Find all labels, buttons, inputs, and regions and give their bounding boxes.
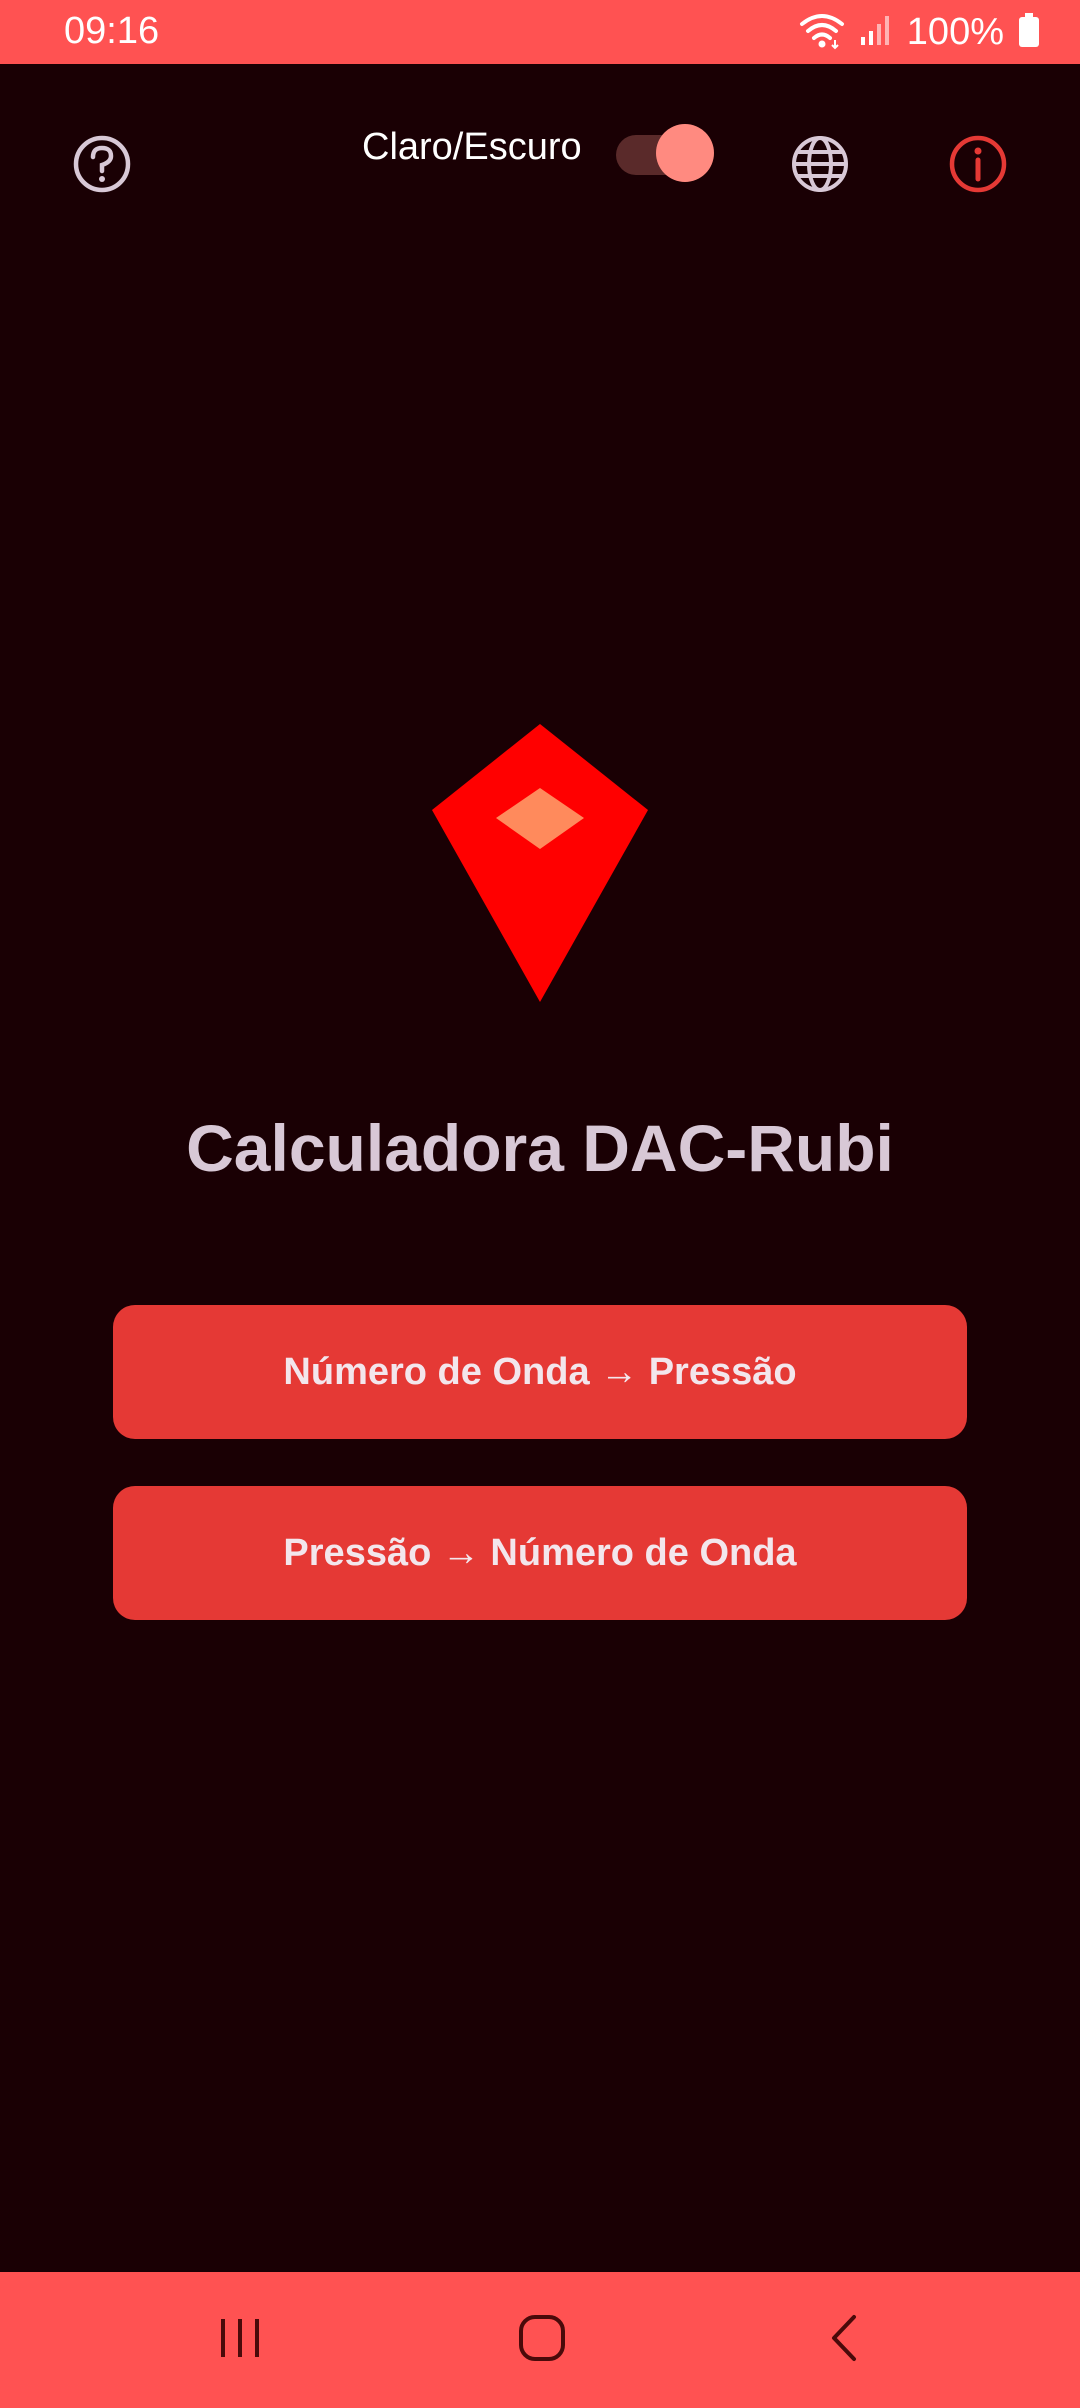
pressure-to-wavenumber-button[interactable]: Pressão → Número de Onda — [113, 1486, 967, 1620]
help-button[interactable] — [54, 118, 150, 214]
help-icon — [72, 134, 132, 199]
back-icon — [824, 2313, 864, 2368]
recents-button[interactable] — [192, 2300, 288, 2380]
status-bar: 09:16 100% — [0, 0, 1080, 64]
theme-toggle[interactable] — [616, 122, 714, 182]
info-icon — [948, 134, 1008, 199]
theme-toggle-label: Claro/Escuro — [362, 126, 582, 168]
home-icon — [517, 2313, 567, 2368]
status-time: 09:16 — [64, 10, 160, 52]
navigation-bar — [0, 2272, 1080, 2408]
wavenumber-to-pressure-button[interactable]: Número de Onda → Pressão — [113, 1305, 967, 1439]
recents-icon — [215, 2315, 265, 2366]
app-title: Calculadora DAC-Rubi — [186, 1111, 894, 1185]
battery-percentage: 100% — [906, 10, 1004, 53]
ruby-logo — [432, 724, 648, 1002]
wifi-icon — [799, 10, 845, 55]
app-bar: Claro/Escuro — [0, 64, 1080, 264]
status-icons: 100% — [799, 8, 1040, 56]
toggle-thumb — [656, 124, 714, 182]
language-button[interactable] — [772, 118, 868, 214]
battery-icon — [1018, 12, 1040, 52]
back-button[interactable] — [796, 2300, 892, 2380]
info-button[interactable] — [930, 118, 1026, 214]
globe-icon — [790, 134, 850, 199]
signal-icon — [859, 13, 893, 52]
home-button[interactable] — [494, 2300, 590, 2380]
